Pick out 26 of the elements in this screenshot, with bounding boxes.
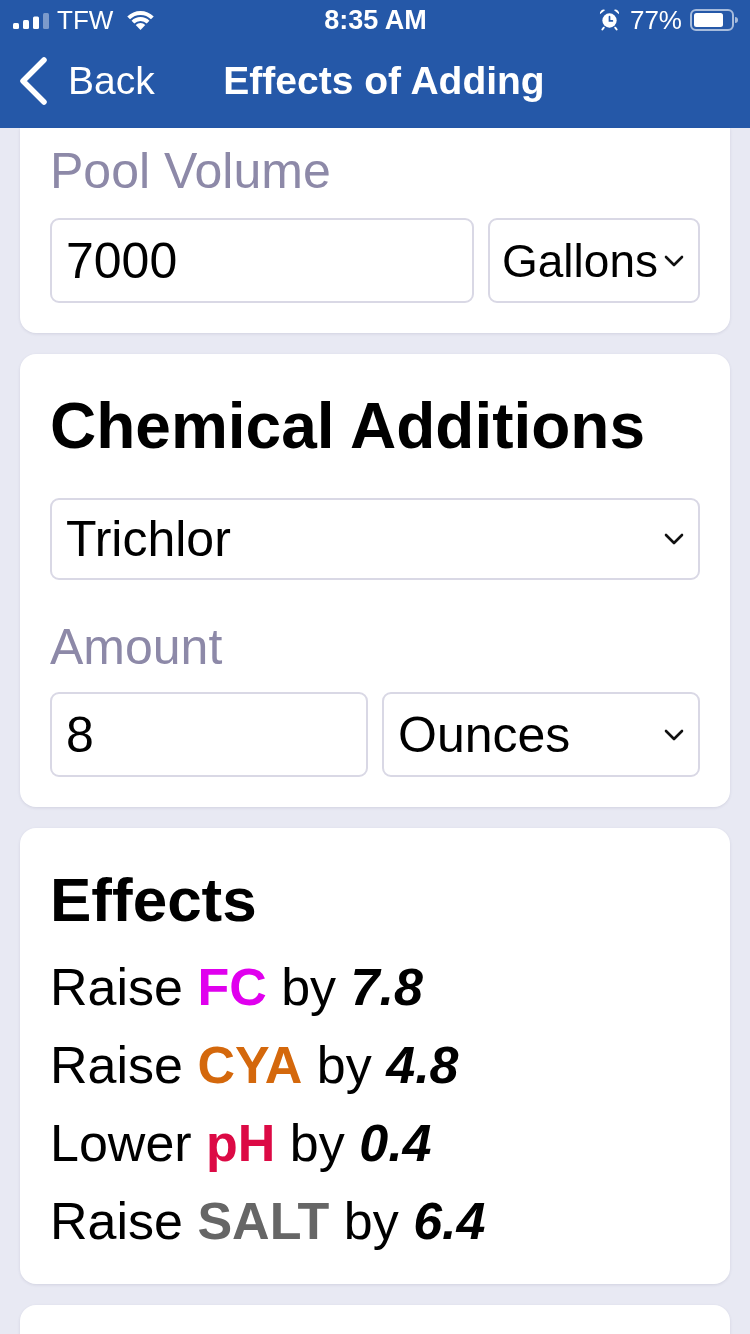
chevron-down-icon bbox=[664, 728, 684, 741]
effect-line: Raise SALT by 6.4 bbox=[50, 1191, 487, 1252]
screen-title: Effects of Adding bbox=[223, 58, 545, 104]
wifi-icon bbox=[127, 10, 155, 30]
signal-icon bbox=[13, 13, 49, 29]
card-title: Chemical Additions bbox=[50, 389, 647, 463]
chevron-down-icon bbox=[664, 254, 684, 267]
chevron-down-icon bbox=[664, 533, 684, 545]
carrier-name: TFW bbox=[57, 5, 114, 35]
field-label: Pool Volume bbox=[50, 142, 332, 201]
volume-input[interactable]: 7000 bbox=[50, 218, 474, 303]
battery-percent: 77% bbox=[629, 5, 682, 35]
unit-select[interactable]: Gallons bbox=[488, 218, 700, 303]
battery-icon bbox=[690, 9, 738, 31]
effect-line: Raise CYA by 4.8 bbox=[50, 1035, 460, 1096]
status-time: 8:35 AM bbox=[324, 5, 427, 35]
amount-input[interactable]: 8 bbox=[50, 692, 368, 777]
effect-line: Lower pH by 0.4 bbox=[50, 1113, 433, 1174]
unit-select[interactable]: Ounces bbox=[382, 692, 700, 777]
chemical-select[interactable]: Trichlor bbox=[50, 498, 700, 580]
field-label: Amount bbox=[50, 618, 224, 677]
effect-line: Raise FC by 7.8 bbox=[50, 957, 424, 1018]
chevron-left-icon bbox=[18, 57, 48, 105]
alarm-clock-icon bbox=[598, 9, 620, 31]
card-title: Effects bbox=[50, 864, 258, 936]
back-button[interactable]: Back bbox=[18, 57, 155, 105]
